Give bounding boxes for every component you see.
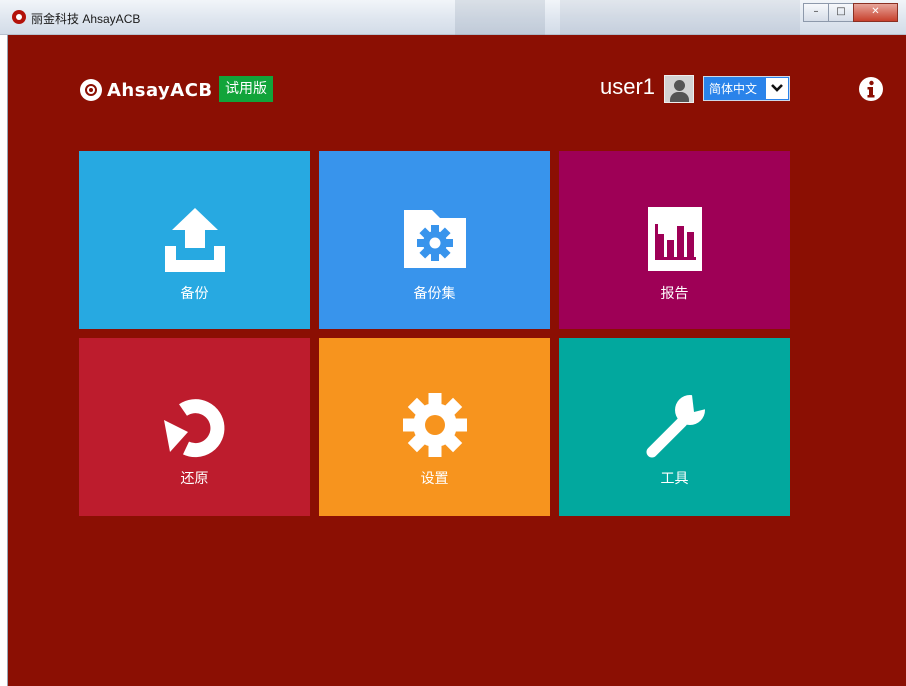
tile-label: 还原 bbox=[180, 471, 209, 487]
tile-tools[interactable]: 工具 bbox=[559, 338, 790, 516]
info-circle-icon[interactable] bbox=[858, 76, 884, 102]
trial-badge: 试用版 bbox=[219, 76, 273, 102]
app-window: 丽金科技 AhsayACB – □ ✕ AhsayACB 试用版 user1 简… bbox=[0, 0, 906, 686]
upload-icon bbox=[164, 208, 225, 272]
tile-label: 设置 bbox=[420, 471, 449, 487]
wrench-icon bbox=[646, 395, 706, 458]
maximize-icon: □ bbox=[836, 6, 846, 17]
tile-restore[interactable]: 还原 bbox=[79, 338, 310, 516]
restore-arrow-icon bbox=[163, 399, 224, 458]
folder-gear-icon bbox=[403, 210, 466, 268]
tile-backup[interactable]: 备份 bbox=[79, 151, 310, 329]
titlebar-decoration bbox=[560, 0, 800, 35]
tile-report[interactable]: 报告 bbox=[559, 151, 790, 329]
logo-icon bbox=[80, 79, 102, 101]
minimize-icon: – bbox=[813, 6, 819, 17]
bar-chart-icon bbox=[647, 207, 702, 271]
username-label: user1 bbox=[600, 74, 656, 99]
app-logo: AhsayACB bbox=[80, 76, 213, 104]
chevron-down-icon[interactable] bbox=[766, 78, 788, 99]
language-selected-value: 简体中文 bbox=[709, 82, 758, 96]
title-bar: 丽金科技 AhsayACB – □ ✕ bbox=[0, 0, 906, 35]
tile-label: 工具 bbox=[660, 471, 689, 487]
close-button[interactable]: ✕ bbox=[853, 3, 898, 22]
close-icon: ✕ bbox=[871, 6, 880, 17]
window-controls: – □ ✕ bbox=[803, 3, 898, 23]
tile-backup-sets[interactable]: 备份集 bbox=[319, 151, 550, 329]
minimize-button[interactable]: – bbox=[803, 3, 829, 22]
logo-text: AhsayACB bbox=[107, 79, 213, 101]
gear-icon bbox=[402, 393, 467, 457]
tile-label: 备份 bbox=[180, 286, 209, 302]
window-left-edge bbox=[0, 35, 8, 686]
window-title: 丽金科技 AhsayACB bbox=[31, 12, 141, 26]
app-icon bbox=[12, 10, 26, 24]
titlebar-decoration bbox=[455, 0, 545, 35]
tile-label: 备份集 bbox=[413, 286, 456, 302]
user-avatar-icon[interactable] bbox=[664, 75, 694, 103]
maximize-button[interactable]: □ bbox=[828, 3, 854, 22]
tile-settings[interactable]: 设置 bbox=[319, 338, 550, 516]
tile-label: 报告 bbox=[660, 286, 689, 302]
language-select[interactable]: 简体中文 bbox=[703, 76, 790, 101]
